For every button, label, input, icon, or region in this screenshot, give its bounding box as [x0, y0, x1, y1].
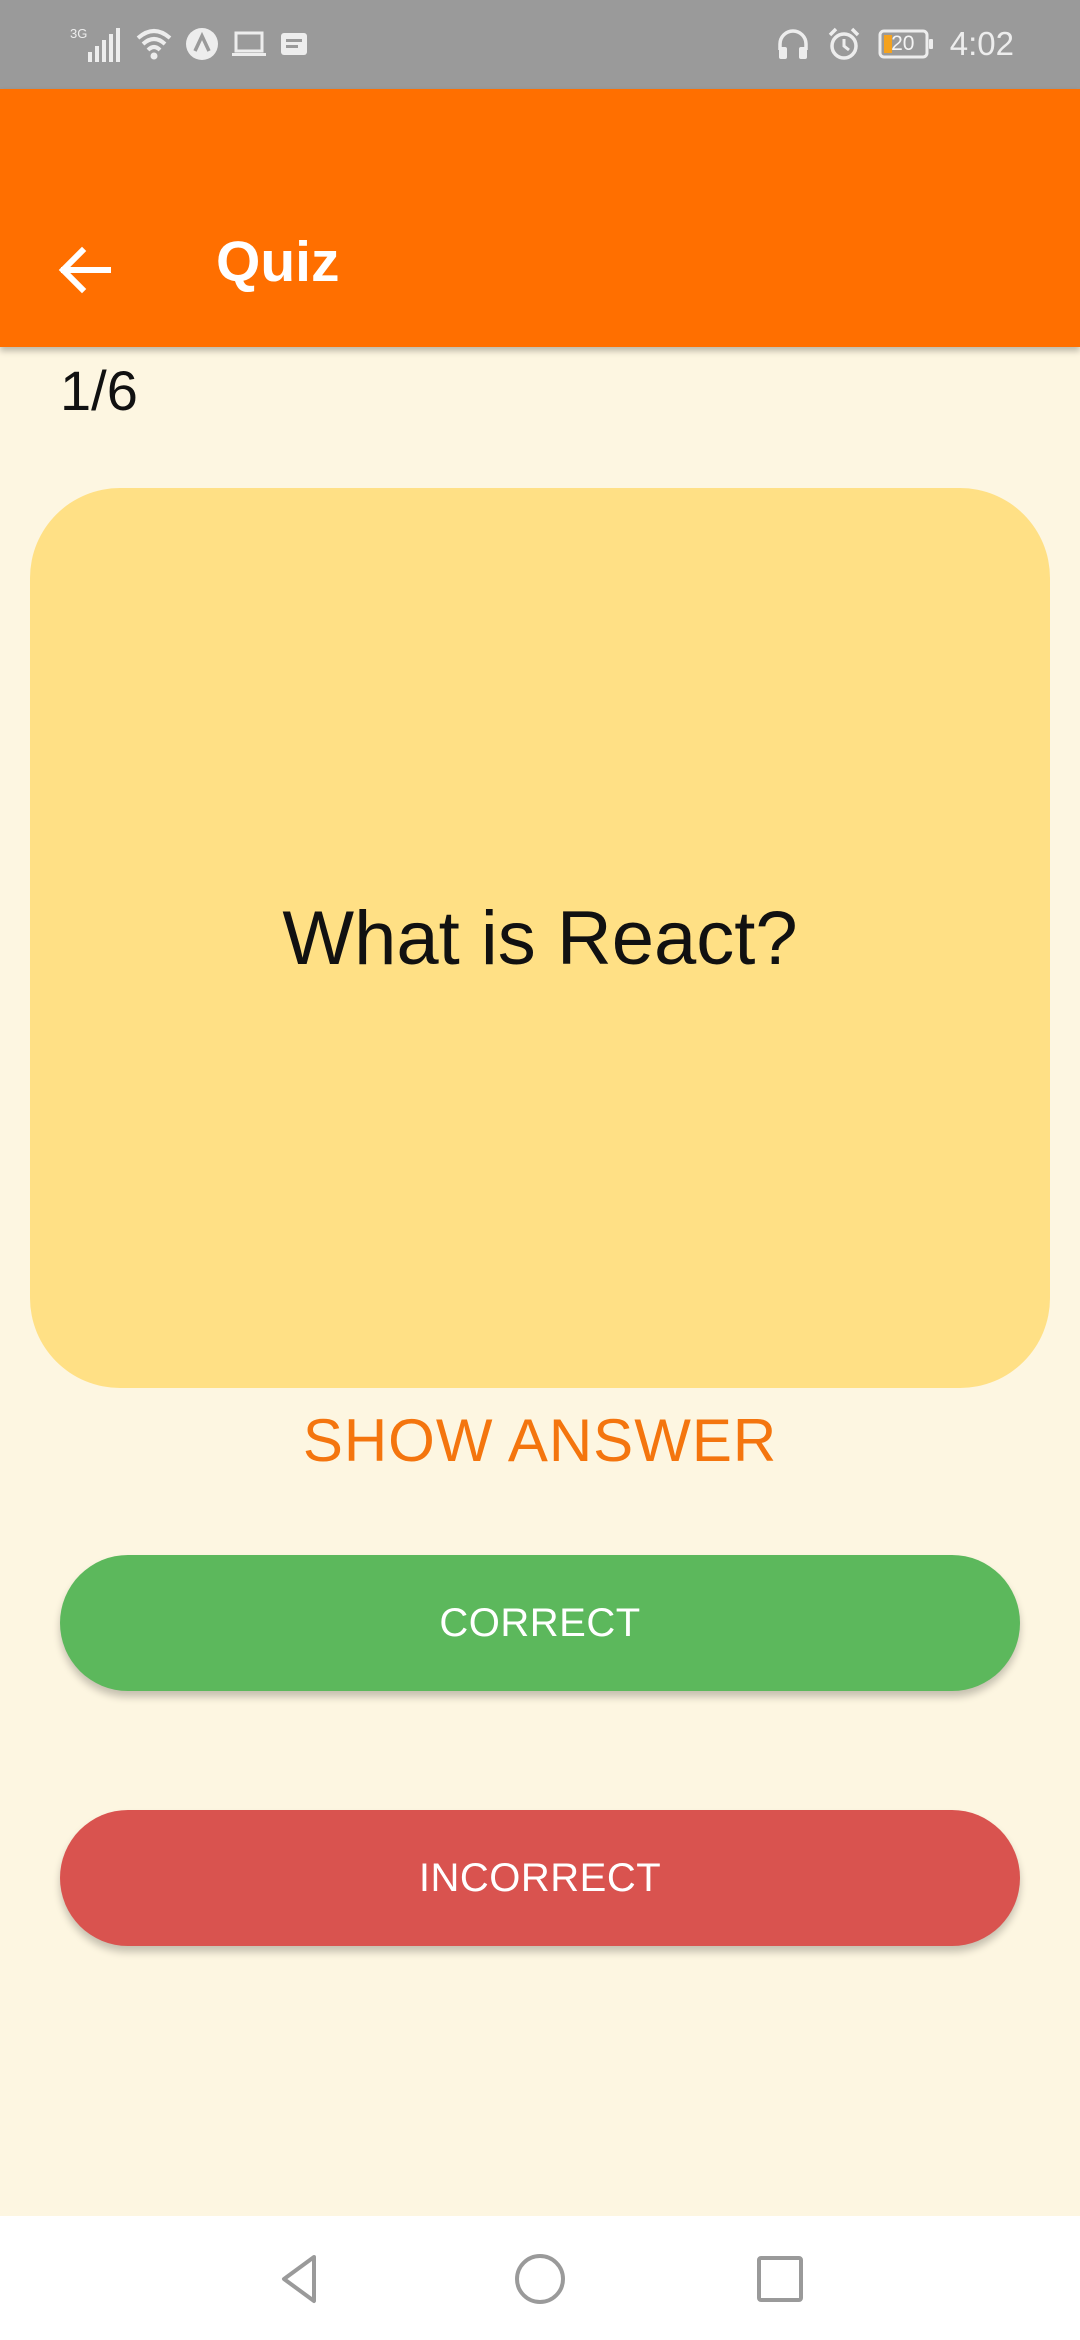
triangle-back-icon — [282, 2255, 316, 2303]
app-bar: Quiz — [0, 89, 1080, 347]
arrow-left-icon — [58, 246, 111, 294]
battery-icon: 20 — [878, 28, 934, 60]
nav-recents-button[interactable] — [745, 2244, 815, 2314]
status-right-icons: 20 4:02 — [776, 22, 1014, 66]
alarm-icon — [826, 26, 862, 62]
back-button[interactable] — [50, 235, 120, 305]
square-recents-icon — [757, 2256, 803, 2302]
correct-button[interactable]: CORRECT — [60, 1555, 1020, 1691]
show-answer-button[interactable]: SHOW ANSWER — [0, 1400, 1080, 1480]
nav-home-button[interactable] — [505, 2244, 575, 2314]
incorrect-button[interactable]: INCORRECT — [60, 1810, 1020, 1946]
status-left-icons: 3G — [68, 24, 310, 64]
system-nav-bar — [0, 2216, 1080, 2340]
app-notification-icon — [184, 26, 220, 62]
laptop-icon — [230, 28, 268, 60]
svg-text:3G: 3G — [70, 26, 87, 41]
cellular-signal-icon: 3G — [68, 24, 124, 64]
nav-back-button[interactable] — [265, 2244, 335, 2314]
question-card: What is React? — [30, 488, 1050, 1388]
message-icon — [278, 28, 310, 60]
headphones-icon — [776, 26, 810, 62]
question-progress: 1/6 — [60, 359, 138, 422]
status-bar: 3G 20 4:02 — [0, 0, 1080, 89]
circle-home-icon — [515, 2254, 565, 2304]
question-text: What is React? — [282, 895, 798, 981]
wifi-icon — [134, 24, 174, 64]
battery-level: 20 — [891, 32, 915, 55]
page-title: Quiz — [216, 230, 340, 294]
status-time: 4:02 — [949, 25, 1014, 62]
